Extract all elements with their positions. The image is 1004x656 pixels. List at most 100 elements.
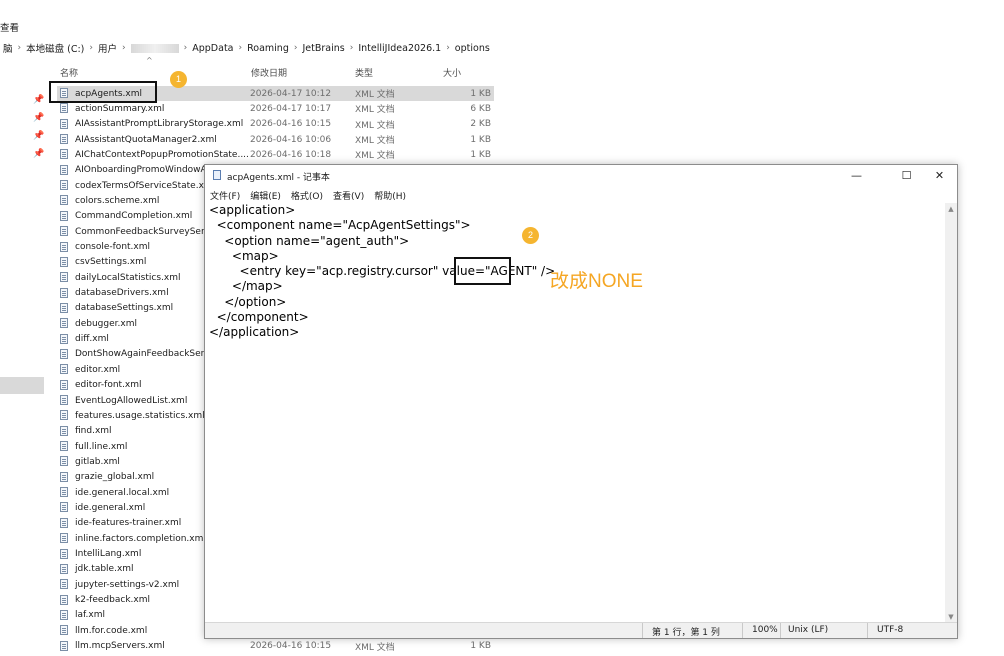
menu-view[interactable]: 查看(V) [328,186,369,202]
file-size: 1 KB [470,88,491,99]
file-size: 2 KB [470,119,491,130]
file-row[interactable]: llm.mcpServers.xml 2026-04-16 10:15 XML 文档… [57,639,494,654]
breadcrumb-item-jetbrains[interactable]: JetBrains [299,43,347,54]
xml-file-icon [60,563,68,574]
breadcrumb-item-users[interactable]: 用户 [95,41,120,55]
minimize-button[interactable]: — [840,165,873,186]
file-name: inline.factors.completion.xml [75,533,206,544]
xml-file-icon [60,226,68,237]
file-row[interactable]: AIChatContextPopupPromotionState.... 2026… [57,147,494,162]
file-type: XML 文档 [355,120,395,131]
status-position: 第 1 行，第 1 列 [652,628,720,638]
xml-file-icon [60,348,68,359]
file-name: AIAssistantPromptLibraryStorage.xml [75,119,244,130]
file-name: AIAssistantQuotaManager2.xml [75,134,217,145]
menu-file[interactable]: 文件(F) [205,186,245,202]
editor-line: <component name="AcpAgentSettings"> [209,218,471,233]
step-badge-2: 2 [522,227,539,244]
file-name: databaseSettings.xml [75,303,174,314]
xml-file-icon [60,333,68,344]
pin-icon: 📌 [33,95,45,105]
breadcrumb-item-options[interactable]: options [452,43,493,54]
xml-file-icon [60,502,68,513]
redacted-username [130,43,179,53]
menu-format[interactable]: 格式(O) [286,186,328,202]
close-button[interactable]: ✕ [923,165,956,186]
status-divider [780,623,781,638]
file-date: 2026-04-17 10:17 [250,103,332,114]
breadcrumb-item-drive[interactable]: 本地磁盘 (C:) [23,41,87,55]
chevron-right-icon: › [238,43,243,53]
notepad-titlebar[interactable]: acpAgents.xml - 记事本 — ☐ ✕ [205,165,957,186]
vertical-scrollbar[interactable]: ▲ ▼ [945,203,957,623]
file-size: 1 KB [470,149,491,160]
column-header-size[interactable]: 大小 [443,66,461,79]
file-row[interactable]: AIAssistantPromptLibraryStorage.xml 2026-… [57,117,494,132]
file-name: diff.xml [75,334,109,345]
file-date: 2026-04-17 10:12 [250,88,332,99]
xml-file-icon [60,210,68,221]
xml-file-icon [60,425,68,436]
file-date: 2026-04-16 10:15 [250,641,332,652]
file-name: console-font.xml [75,242,151,252]
file-name: ide-features-trainer.xml [75,518,182,529]
file-row[interactable]: actionSummary.xml 2026-04-17 10:17 XML 文档 6… [57,101,494,116]
notepad-menubar: 文件(F) 编辑(E) 格式(O) 查看(V) 帮助(H) [205,186,957,202]
maximize-button[interactable]: ☐ [890,165,923,186]
chevron-right-icon: › [183,43,188,53]
file-name: DontShowAgainFeedbackServi [75,349,213,360]
file-name: CommonFeedbackSurveyServic [75,226,218,237]
editor-line: </option> [209,294,287,309]
xml-file-icon [60,456,68,467]
editor-line: <application> [209,203,296,217]
status-line-ending: Unix (LF) [788,625,829,635]
file-date: 2026-04-16 10:06 [250,134,332,145]
file-name: k2-feedback.xml [75,595,150,606]
breadcrumb-item-intellij[interactable]: IntelliJIdea2026.1 [355,43,444,54]
xml-file-icon [60,256,68,267]
file-type: XML 文档 [355,136,395,147]
column-header-date[interactable]: 修改日期 [251,66,287,79]
file-name: CommandCompletion.xml [75,211,193,222]
annotation-note: 改成NONE [550,271,643,292]
editor-line: </application> [209,325,300,340]
column-header-name[interactable]: 名称 [60,66,78,79]
xml-file-icon [60,318,68,329]
xml-file-icon [60,302,68,313]
menu-view[interactable]: 查看 [0,20,19,34]
file-date: 2026-04-16 10:18 [250,149,332,160]
file-size: 1 KB [470,134,491,145]
pin-icon: 📌 [33,149,45,159]
xml-file-icon [60,134,68,145]
file-row[interactable]: AIAssistantQuotaManager2.xml 2026-04-16 1… [57,132,494,147]
xml-file-icon [60,579,68,590]
xml-file-icon [60,103,68,114]
file-name: databaseDrivers.xml [75,288,169,299]
file-name: jdk.table.xml [75,564,134,575]
highlight-box-file [49,81,157,103]
status-divider [742,623,743,638]
file-name: jupyter-settings-v2.xml [75,579,180,590]
notepad-title: acpAgents.xml - 记事本 [227,173,330,183]
file-name: csvSettings.xml [75,257,147,268]
file-name: AIOnboardingPromoWindowA [75,165,207,176]
file-type: XML 文档 [355,642,395,653]
breadcrumb-item-appdata[interactable]: AppData [189,43,236,54]
menu-edit[interactable]: 编辑(E) [245,186,286,202]
file-name: debugger.xml [75,318,137,329]
file-type: XML 文档 [355,105,395,116]
step-badge-1: 1 [170,71,187,88]
scroll-down-icon[interactable]: ▼ [945,613,957,621]
file-type: XML 文档 [355,90,395,100]
xml-file-icon [60,640,68,651]
file-name: llm.for.code.xml [75,625,148,636]
nav-selected-item[interactable] [0,377,44,394]
xml-file-icon [60,395,68,405]
scroll-up-icon[interactable]: ▲ [945,205,957,213]
breadcrumb-prefix[interactable]: 脑 [0,41,16,55]
column-header-type[interactable]: 类型 [355,66,373,79]
breadcrumb-item-roaming[interactable]: Roaming [244,43,292,54]
menu-help[interactable]: 帮助(H) [369,186,411,202]
file-name: ide.general.xml [75,502,146,513]
xml-file-icon [60,625,68,636]
